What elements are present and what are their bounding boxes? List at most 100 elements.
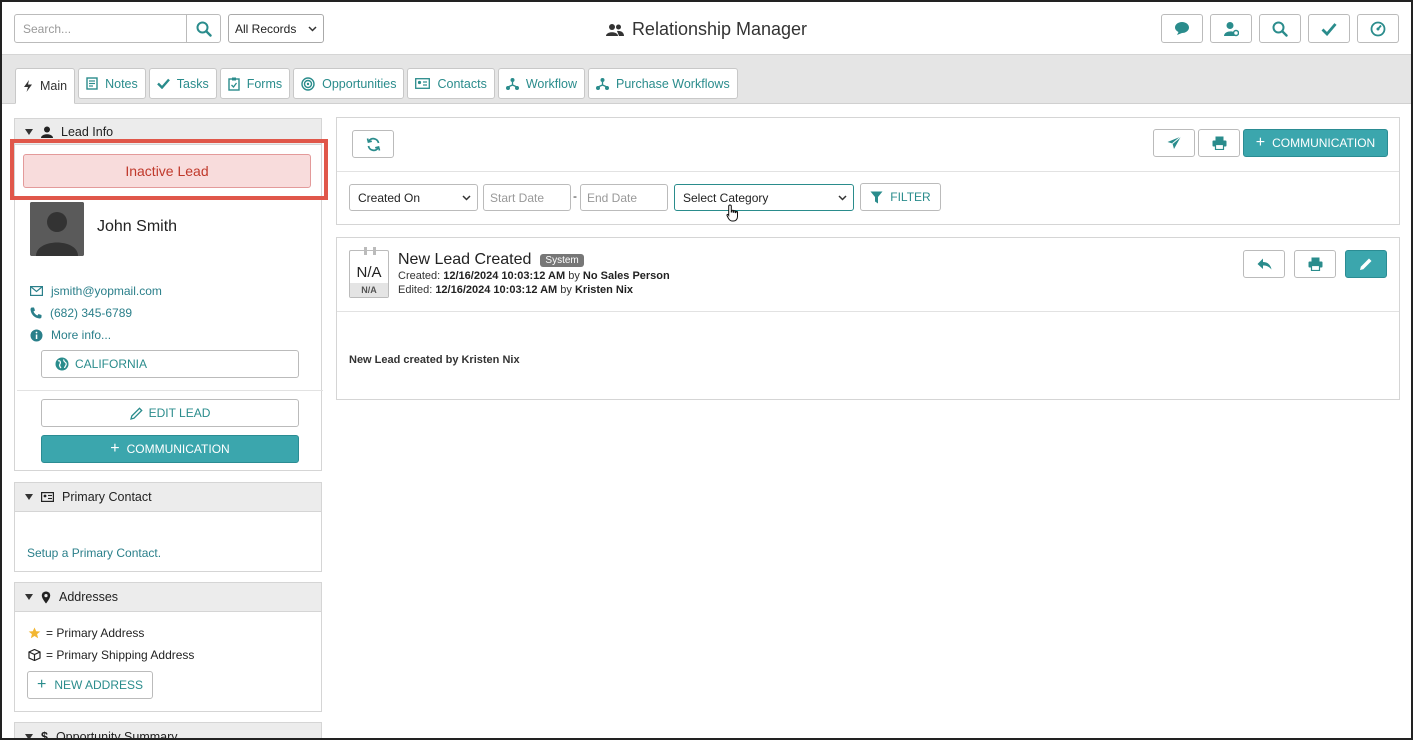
created-label: Created:: [398, 270, 441, 282]
primary-contact-title: Primary Contact: [62, 490, 152, 504]
new-address-button[interactable]: + NEW ADDRESS: [27, 671, 153, 699]
lead-status-banner: Inactive Lead: [23, 154, 311, 188]
opportunity-summary-title: Opportunity Summary: [55, 730, 178, 740]
primary-address-legend-text: = Primary Address: [46, 626, 145, 640]
user-settings-button[interactable]: [1210, 14, 1252, 43]
info-icon: [30, 329, 43, 341]
send-button[interactable]: [1153, 129, 1195, 157]
app-title-text: Relationship Manager: [631, 19, 808, 39]
refresh-button[interactable]: [352, 130, 394, 158]
filter-icon: [870, 191, 883, 203]
tab-label: Forms: [246, 76, 283, 91]
check-icon: [1321, 22, 1337, 36]
entry-date-badge: N/A N/A: [349, 247, 389, 298]
app-window: All Records Relationship Manager: [0, 0, 1413, 740]
opportunity-summary-header[interactable]: $ Opportunity Summary: [15, 723, 321, 740]
lead-communication-label: COMMUNICATION: [126, 442, 230, 456]
divider: [337, 311, 1399, 312]
addresses-header[interactable]: Addresses: [15, 583, 321, 612]
state-button[interactable]: CALIFORNIA: [41, 350, 299, 378]
search-icon: [1272, 21, 1288, 37]
entry-date-big: N/A: [356, 264, 382, 281]
system-badge: System: [540, 253, 584, 267]
tab-purchase-workflows[interactable]: Purchase Workflows: [588, 68, 738, 99]
id-card-icon: [41, 492, 54, 502]
mouse-cursor: [726, 204, 740, 225]
plus-icon: +: [110, 440, 120, 457]
tab-main[interactable]: Main: [15, 68, 76, 104]
tab-contacts[interactable]: Contacts: [407, 68, 495, 99]
globe-icon: [55, 357, 69, 371]
paper-plane-icon: [1167, 136, 1181, 149]
email-line[interactable]: jsmith@yopmail.com: [30, 284, 162, 298]
more-info-line[interactable]: More info...: [30, 328, 111, 342]
collapse-triangle-icon: [25, 494, 33, 500]
pencil-icon: [1360, 258, 1372, 270]
id-card-icon: [415, 78, 431, 89]
more-info-link[interactable]: More info...: [51, 328, 111, 342]
edited-label: Edited:: [398, 284, 433, 296]
tab-forms[interactable]: Forms: [219, 68, 291, 99]
chat-icon: [1175, 22, 1189, 35]
entry-print-button[interactable]: [1294, 250, 1336, 278]
primary-contact-panel: Primary Contact Setup a Primary Contact.: [14, 482, 322, 572]
end-date-input[interactable]: End Date: [580, 184, 668, 211]
start-date-input[interactable]: Start Date: [483, 184, 571, 211]
tab-opportunities[interactable]: Opportunities: [293, 68, 405, 99]
tab-tasks[interactable]: Tasks: [148, 68, 217, 99]
phone-line[interactable]: (682) 345-6789: [30, 306, 132, 320]
lead-info-title: Lead Info: [61, 124, 114, 139]
envelope-icon: [30, 286, 43, 296]
created-by: No Sales Person: [582, 270, 670, 282]
tab-label: Tasks: [176, 76, 209, 91]
users-icon: [605, 23, 624, 36]
tab-notes[interactable]: Notes: [78, 68, 146, 99]
entry-created-meta: Created: 12/16/2024 10:03:12 AM by No Sa…: [398, 270, 670, 282]
plus-icon: +: [1255, 134, 1266, 151]
entry-edit-button[interactable]: [1345, 250, 1387, 278]
setup-primary-contact-link[interactable]: Setup a Primary Contact.: [27, 546, 161, 560]
divider: [17, 390, 323, 391]
reply-button[interactable]: [1243, 250, 1285, 278]
edited-by: Kristen Nix: [574, 284, 634, 296]
entry-title: New Lead Created System: [398, 251, 584, 269]
tasks-check-button[interactable]: [1308, 14, 1350, 43]
tab-label: Purchase Workflows: [616, 76, 730, 91]
chevron-down-icon: [462, 194, 471, 201]
person-silhouette-icon: [30, 202, 84, 256]
email-link[interactable]: jsmith@yopmail.com: [51, 284, 162, 298]
notes-icon: [86, 77, 98, 90]
chat-button[interactable]: [1161, 14, 1203, 43]
user-icon: [41, 126, 53, 138]
pencil-icon: [129, 406, 143, 420]
date-field-select[interactable]: Created On: [349, 184, 478, 211]
bolt-icon: [24, 80, 32, 92]
opportunity-summary-panel: $ Opportunity Summary: [14, 722, 322, 740]
addresses-title: Addresses: [59, 590, 119, 604]
primary-contact-header[interactable]: Primary Contact: [15, 483, 321, 512]
lead-communication-button[interactable]: + COMMUNICATION: [41, 435, 299, 463]
user-settings-icon: [1224, 21, 1239, 36]
star-icon: [28, 627, 41, 639]
tab-label: Main: [40, 79, 68, 93]
shipping-address-legend-text: = Primary Shipping Address: [46, 648, 195, 662]
dashboard-button[interactable]: [1357, 14, 1399, 43]
global-search-button[interactable]: [1259, 14, 1301, 43]
tab-label: Workflow: [525, 76, 577, 91]
add-communication-button[interactable]: + COMMUNICATION: [1243, 129, 1388, 157]
edit-lead-button[interactable]: EDIT LEAD: [41, 399, 299, 427]
filter-button[interactable]: FILTER: [860, 183, 941, 211]
print-button[interactable]: [1198, 129, 1240, 157]
tab-workflow[interactable]: Workflow: [497, 68, 585, 99]
category-value: Select Category: [683, 190, 769, 205]
workflow-icon: [505, 77, 519, 90]
clipboard-icon: [228, 77, 240, 91]
hand-pointer-icon: [726, 204, 738, 222]
category-select[interactable]: Select Category: [674, 184, 854, 211]
refresh-icon: [366, 137, 380, 151]
add-communication-label: COMMUNICATION: [1272, 136, 1376, 150]
edited-at: 12/16/2024 10:03:12 AM: [435, 284, 558, 296]
phone-link[interactable]: (682) 345-6789: [50, 306, 132, 320]
chevron-down-icon: [838, 194, 847, 201]
boxes-icon: [28, 649, 41, 661]
